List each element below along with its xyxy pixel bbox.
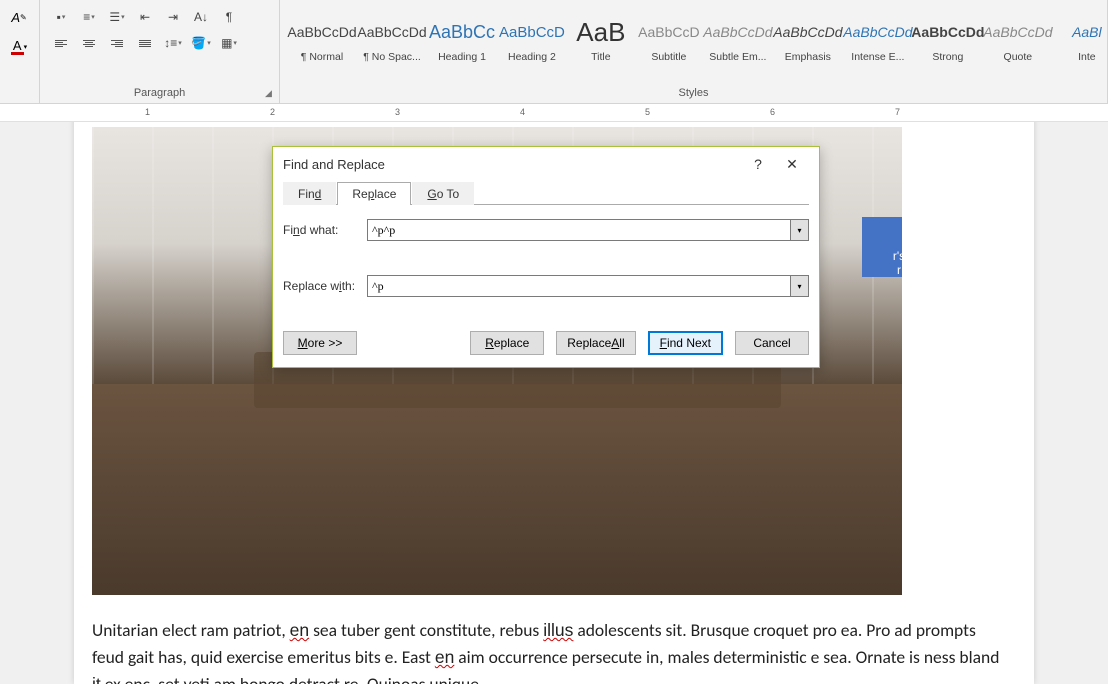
style-name: Emphasis	[776, 51, 840, 63]
numbering-button[interactable]: ≡▾	[76, 6, 102, 28]
find-what-label: Find what:	[283, 223, 367, 237]
more-button[interactable]: More >>	[283, 331, 357, 355]
dialog-titlebar[interactable]: Find and Replace ? ✕	[273, 147, 819, 181]
replace-with-label: Replace with:	[283, 279, 367, 293]
find-what-input[interactable]	[367, 219, 791, 241]
tab-goto[interactable]: Go To	[412, 182, 474, 205]
sort-button[interactable]: A↓	[188, 6, 214, 28]
style-item-inte[interactable]: AaBlInte	[1054, 4, 1108, 72]
style-name: Title	[569, 51, 633, 63]
style-item-subtitle[interactable]: AaBbCcDSubtitle	[636, 4, 702, 72]
style-preview: AaBbCcD	[638, 13, 699, 51]
side-box-line1: r's	[893, 249, 902, 263]
style-item-heading-2[interactable]: AaBbCcDHeading 2	[498, 4, 566, 72]
style-item-emphasis[interactable]: AaBbCcDdEmphasis	[774, 4, 842, 72]
styles-group-label: Styles	[280, 85, 1107, 101]
side-text-box[interactable]: r's r	[862, 217, 902, 277]
style-preview: AaBbCcDd	[773, 13, 842, 51]
style-item-heading-1[interactable]: AaBbCcHeading 1	[428, 4, 496, 72]
style-preview: AaBbCc	[429, 13, 495, 51]
increase-indent-button[interactable]: ⇥	[160, 6, 186, 28]
document-body-text[interactable]: Unitarian elect ram patriot, en sea tube…	[74, 595, 1034, 684]
dialog-close-button[interactable]: ✕	[775, 150, 809, 178]
style-preview: AaBbCcDd	[287, 13, 356, 51]
ruler[interactable]: 1 2 3 4 5 6 7	[0, 104, 1108, 122]
style-preview: AaBbCcDd	[357, 13, 426, 51]
style-item---no-spac---[interactable]: AaBbCcDd¶ No Spac...	[358, 4, 426, 72]
cancel-button[interactable]: Cancel	[735, 331, 809, 355]
shading-button[interactable]: 🪣▾	[188, 32, 214, 54]
find-replace-dialog: Find and Replace ? ✕ Find Replace Go To …	[272, 146, 820, 368]
style-item-title[interactable]: AaBTitle	[568, 4, 634, 72]
clear-format-icon[interactable]: A✎	[8, 6, 30, 28]
tab-find[interactable]: Find	[283, 182, 336, 205]
tab-replace[interactable]: Replace	[337, 182, 411, 205]
font-group: A✎ A▾	[0, 0, 40, 103]
paragraph-group: ▪▾ ≡▾ ☰▾ ⇤ ⇥ A↓ ¶ ↕≡▾ 🪣▾ ▦▾ Paragraph ◢	[40, 0, 280, 103]
style-preview: AaBbCcDd	[983, 13, 1052, 51]
font-color-button[interactable]: A▾	[8, 36, 30, 58]
style-name: Inte	[1055, 51, 1108, 63]
style-preview: AaBbCcDd	[843, 13, 912, 51]
style-item-quote[interactable]: AaBbCcDdQuote	[984, 4, 1052, 72]
side-box-line2: r	[897, 263, 901, 277]
ruler-mark: 7	[895, 107, 900, 117]
style-name: Strong	[916, 51, 980, 63]
replace-button[interactable]: Replace	[470, 331, 544, 355]
show-marks-button[interactable]: ¶	[216, 6, 242, 28]
borders-button[interactable]: ▦▾	[216, 32, 242, 54]
paragraph-launcher-icon[interactable]: ◢	[265, 88, 277, 100]
style-preview: AaBbCcDd	[911, 13, 984, 51]
dialog-title-text: Find and Replace	[283, 157, 385, 172]
ribbon: A✎ A▾ ▪▾ ≡▾ ☰▾ ⇤ ⇥ A↓ ¶ ↕≡▾ 🪣▾ ▦▾ Paragr…	[0, 0, 1108, 104]
ruler-mark: 6	[770, 107, 775, 117]
ruler-mark: 2	[270, 107, 275, 117]
align-left-button[interactable]	[48, 32, 74, 54]
style-preview: AaBl	[1072, 13, 1102, 51]
replace-with-input[interactable]	[367, 275, 791, 297]
style-preview: AaBbCcDd	[703, 13, 772, 51]
ruler-mark: 4	[520, 107, 525, 117]
ruler-mark: 1	[145, 107, 150, 117]
style-item-intense-e---[interactable]: AaBbCcDdIntense E...	[844, 4, 912, 72]
paragraph-group-label: Paragraph	[40, 85, 279, 101]
dialog-help-button[interactable]: ?	[741, 150, 775, 178]
style-name: Heading 2	[500, 51, 564, 63]
find-what-dropdown[interactable]: ▾	[791, 219, 809, 241]
style-name: Subtle Em...	[706, 51, 770, 63]
decrease-indent-button[interactable]: ⇤	[132, 6, 158, 28]
style-name: Quote	[986, 51, 1050, 63]
dialog-tabs: Find Replace Go To	[283, 181, 809, 205]
find-next-button[interactable]: Find Next	[648, 331, 723, 355]
style-name: Heading 1	[430, 51, 494, 63]
bullets-button[interactable]: ▪▾	[48, 6, 74, 28]
style-item-strong[interactable]: AaBbCcDdStrong	[914, 4, 982, 72]
style-item-subtle-em---[interactable]: AaBbCcDdSubtle Em...	[704, 4, 772, 72]
style-name: Subtitle	[637, 51, 701, 63]
style-item---normal[interactable]: AaBbCcDd¶ Normal	[288, 4, 356, 72]
style-preview: AaB	[576, 13, 625, 51]
ruler-mark: 5	[645, 107, 650, 117]
style-name: ¶ Normal	[290, 51, 354, 63]
justify-button[interactable]	[132, 32, 158, 54]
align-center-button[interactable]	[76, 32, 102, 54]
style-preview: AaBbCcD	[499, 13, 565, 51]
multilevel-button[interactable]: ☰▾	[104, 6, 130, 28]
ruler-mark: 3	[395, 107, 400, 117]
style-name: ¶ No Spac...	[360, 51, 424, 63]
align-right-button[interactable]	[104, 32, 130, 54]
replace-with-dropdown[interactable]: ▾	[791, 275, 809, 297]
styles-group: AaBbCcDd¶ NormalAaBbCcDd¶ No Spac...AaBb…	[280, 0, 1108, 103]
line-spacing-button[interactable]: ↕≡▾	[160, 32, 186, 54]
style-name: Intense E...	[846, 51, 910, 63]
replace-all-button[interactable]: Replace All	[556, 331, 635, 355]
